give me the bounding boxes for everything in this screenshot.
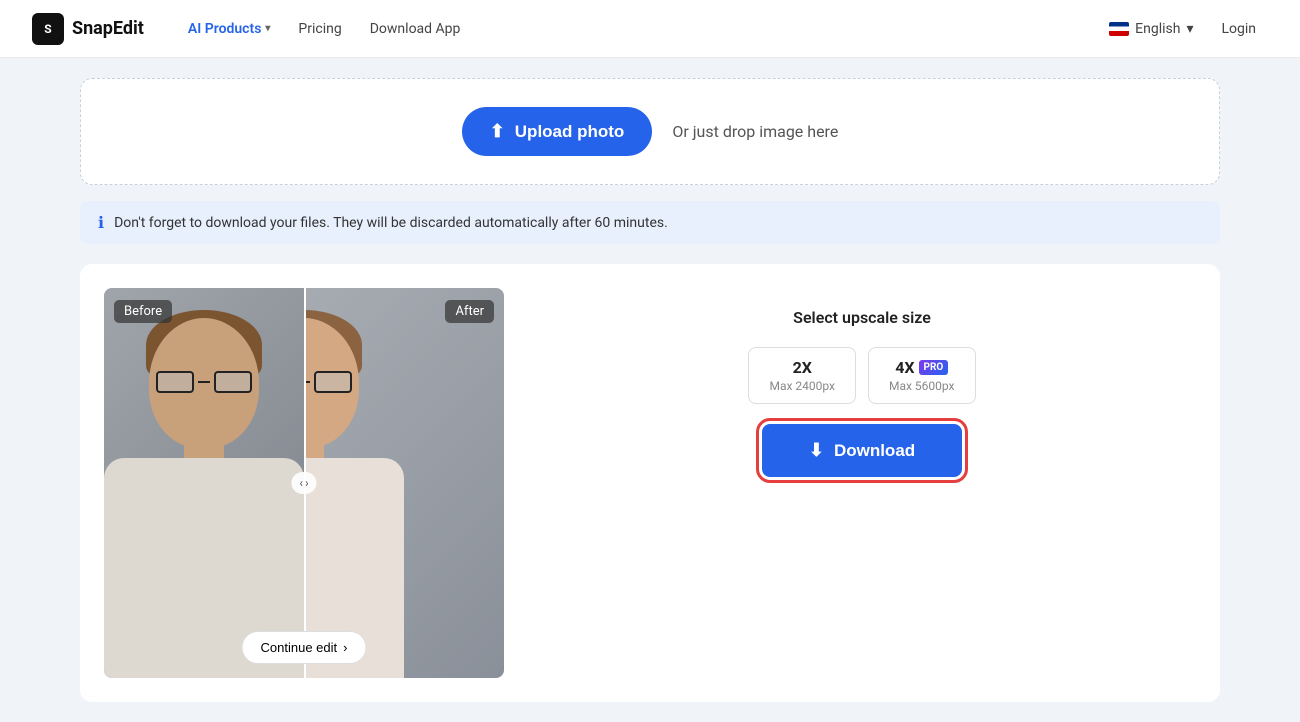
navbar: S SnapEdit AI Products ▾ Pricing Downloa… <box>0 0 1300 58</box>
download-label: Download <box>834 441 915 461</box>
select-size-label: Select upscale size <box>793 308 931 327</box>
person-figure-before <box>104 318 304 678</box>
navbar-nav: AI Products ▾ Pricing Download App <box>176 15 1109 43</box>
size-2x-px: Max 2400px <box>769 379 835 393</box>
info-icon: ℹ <box>98 213 104 232</box>
glass-left-before <box>156 371 194 393</box>
continue-edit-arrow-icon: › <box>343 640 347 655</box>
upload-button-label: Upload photo <box>515 122 625 142</box>
continue-edit-label: Continue edit <box>261 640 338 655</box>
info-message: Don't forget to download your files. The… <box>114 215 668 231</box>
nav-item-download-app[interactable]: Download App <box>358 15 473 43</box>
before-label: Before <box>114 300 172 323</box>
flag-icon <box>1109 22 1129 36</box>
drop-text: Or just drop image here <box>672 122 838 141</box>
lang-chevron-icon: ▾ <box>1186 21 1193 37</box>
compare-container: ‹ › Before After Continue edit › <box>104 288 504 678</box>
size-2x-label: 2X <box>769 358 835 377</box>
head-before <box>149 318 259 448</box>
language-label: English <box>1135 21 1180 37</box>
upload-photo-button[interactable]: ⬆ Upload photo <box>462 107 653 156</box>
logo-icon: S <box>32 13 64 45</box>
logo-text: SnapEdit <box>72 18 144 39</box>
compare-handle[interactable]: ‹ › <box>291 472 316 494</box>
nav-item-pricing[interactable]: Pricing <box>286 15 353 43</box>
page-content: ⬆ Upload photo Or just drop image here ℹ… <box>0 58 1300 722</box>
before-image <box>104 288 304 678</box>
glasses-bridge-before <box>198 381 209 383</box>
glass-right <box>314 371 352 393</box>
nav-label-pricing: Pricing <box>298 21 341 37</box>
nav-label-ai-products: AI Products <box>188 21 262 37</box>
login-button[interactable]: Login <box>1209 15 1268 43</box>
size-option-4x[interactable]: 4X PRO Max 5600px <box>868 347 976 404</box>
size-4x-px: Max 5600px <box>889 379 955 393</box>
arrow-right-icon: › <box>305 476 309 490</box>
upload-icon: ⬆ <box>490 121 505 142</box>
size-option-2x[interactable]: 2X Max 2400px <box>748 347 856 404</box>
info-bar: ℹ Don't forget to download your files. T… <box>80 201 1220 244</box>
right-panel: Select upscale size 2X Max 2400px 4X PRO… <box>528 288 1196 497</box>
continue-edit-button[interactable]: Continue edit › <box>242 631 367 664</box>
arrow-left-icon: ‹ <box>299 476 303 490</box>
logo[interactable]: S SnapEdit <box>32 13 144 45</box>
upload-area: ⬆ Upload photo Or just drop image here <box>80 78 1220 185</box>
download-button[interactable]: ⬇ Download <box>762 424 962 477</box>
image-compare-wrapper: ‹ › Before After Continue edit › <box>104 288 504 678</box>
comparison-section: ‹ › Before After Continue edit › Select … <box>80 264 1220 702</box>
download-icon: ⬇ <box>809 440 824 461</box>
nav-label-download-app: Download App <box>370 21 461 37</box>
after-label: After <box>445 300 494 323</box>
glasses-before <box>156 370 252 394</box>
glass-right-before <box>214 371 252 393</box>
chevron-down-icon: ▾ <box>265 23 270 34</box>
navbar-right: English ▾ Login <box>1109 15 1268 43</box>
language-selector[interactable]: English ▾ <box>1109 21 1193 37</box>
size-options: 2X Max 2400px 4X PRO Max 5600px <box>748 347 975 404</box>
size-4x-label: 4X PRO <box>889 358 955 377</box>
nav-item-ai-products[interactable]: AI Products ▾ <box>176 15 283 43</box>
pro-badge: PRO <box>919 360 949 375</box>
